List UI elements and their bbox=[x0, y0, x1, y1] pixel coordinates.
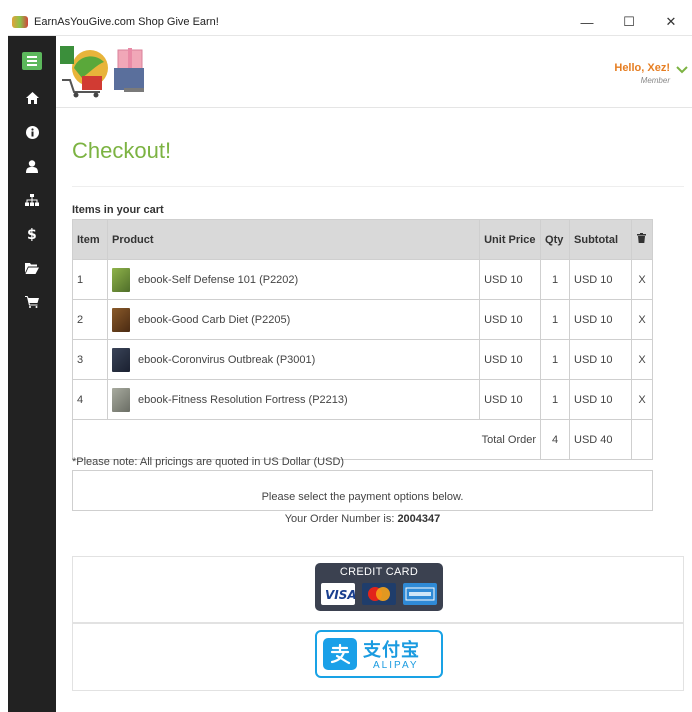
total-label: Total Order bbox=[71, 419, 542, 460]
window-controls: — ☐ ✕ bbox=[566, 8, 692, 36]
credit-card-button[interactable]: CREDIT CARD VISA bbox=[315, 563, 443, 611]
table-row: 3 ebook-Coronvirus Outbreak (P3001) USD … bbox=[72, 339, 654, 380]
col-header-item: Item bbox=[72, 219, 108, 260]
user-greeting: Hello, Xez! bbox=[614, 62, 670, 74]
cell-unit-price: USD 10 bbox=[479, 259, 542, 300]
total-empty-cell bbox=[630, 419, 654, 460]
cell-unit-price: USD 10 bbox=[479, 379, 542, 420]
order-number-label: Your Order Number is: bbox=[284, 513, 395, 525]
site-logo[interactable] bbox=[60, 42, 146, 98]
col-header-delete bbox=[630, 219, 654, 260]
cell-item: 4 bbox=[72, 379, 108, 420]
product-name[interactable]: ebook-Coronvirus Outbreak (P3001) bbox=[138, 354, 315, 366]
cell-item: 3 bbox=[72, 339, 108, 380]
home-icon[interactable] bbox=[22, 88, 42, 108]
window-titlebar: EarnAsYouGive.com Shop Give Earn! — ☐ ✕ bbox=[8, 8, 692, 36]
product-thumbnail[interactable] bbox=[111, 307, 130, 332]
main-content: Checkout! Items in your cart Item Produc… bbox=[56, 108, 692, 712]
cell-item: 1 bbox=[72, 259, 108, 300]
table-row: 4 ebook-Fitness Resolution Fortress (P22… bbox=[72, 379, 654, 420]
remove-item-button[interactable]: X bbox=[630, 259, 654, 300]
page-title: Checkout! bbox=[72, 138, 172, 163]
cell-product: ebook-Coronvirus Outbreak (P3001) bbox=[106, 339, 481, 380]
dollar-icon[interactable]: $ bbox=[22, 224, 42, 244]
alipay-english-label: ALIPAY bbox=[373, 660, 419, 671]
user-icon[interactable] bbox=[22, 156, 42, 176]
hamburger-menu-icon[interactable] bbox=[22, 52, 42, 70]
product-name[interactable]: ebook-Fitness Resolution Fortress (P2213… bbox=[138, 394, 348, 406]
col-header-product: Product bbox=[106, 219, 481, 260]
app-icon bbox=[12, 15, 28, 28]
credit-card-label: CREDIT CARD bbox=[339, 566, 419, 578]
alipay-button[interactable]: 支付宝 ALIPAY bbox=[315, 630, 443, 678]
cell-product: ebook-Good Carb Diet (P2205) bbox=[106, 299, 481, 340]
alipay-chinese-label: 支付宝 bbox=[363, 640, 420, 660]
folder-open-icon[interactable] bbox=[22, 258, 42, 278]
cell-unit-price: USD 10 bbox=[479, 299, 542, 340]
info-icon[interactable] bbox=[22, 122, 42, 142]
svg-text:$: $ bbox=[27, 227, 37, 241]
credit-card-option: CREDIT CARD VISA bbox=[72, 556, 684, 623]
user-role: Member bbox=[640, 76, 670, 85]
total-amount: USD 40 bbox=[569, 419, 632, 460]
product-thumbnail[interactable] bbox=[111, 267, 130, 292]
header: Hello, Xez! Member bbox=[56, 36, 692, 108]
col-header-qty: Qty bbox=[540, 219, 571, 260]
remove-item-button[interactable]: X bbox=[630, 379, 654, 420]
american-express-icon bbox=[403, 583, 437, 605]
product-name[interactable]: ebook-Self Defense 101 (P2202) bbox=[138, 274, 298, 286]
cell-qty: 1 bbox=[540, 339, 571, 380]
cell-product: ebook-Fitness Resolution Fortress (P2213… bbox=[106, 379, 481, 420]
col-header-unit-price: Unit Price bbox=[479, 219, 542, 260]
remove-item-button[interactable]: X bbox=[630, 299, 654, 340]
alipay-logo-icon bbox=[323, 638, 357, 670]
chevron-down-icon[interactable] bbox=[676, 66, 688, 74]
cell-subtotal: USD 10 bbox=[569, 379, 632, 420]
cell-qty: 1 bbox=[540, 299, 571, 340]
svg-text:VISA: VISA bbox=[325, 588, 355, 602]
table-row: 2 ebook-Good Carb Diet (P2205) USD 10 1 … bbox=[72, 299, 654, 340]
product-thumbnail[interactable] bbox=[111, 387, 130, 412]
window-title: EarnAsYouGive.com Shop Give Earn! bbox=[34, 15, 219, 28]
cell-subtotal: USD 10 bbox=[569, 259, 632, 300]
sitemap-icon[interactable] bbox=[22, 190, 42, 210]
cell-item: 2 bbox=[72, 299, 108, 340]
shopping-cart-icon[interactable] bbox=[22, 292, 42, 312]
total-qty: 4 bbox=[540, 419, 571, 460]
maximize-button[interactable]: ☐ bbox=[608, 8, 650, 36]
pricing-note: *Please note: All pricings are quoted in… bbox=[72, 456, 345, 468]
product-thumbnail[interactable] bbox=[111, 347, 130, 372]
cell-qty: 1 bbox=[540, 379, 571, 420]
visa-icon: VISA bbox=[321, 583, 357, 605]
close-button[interactable]: ✕ bbox=[650, 8, 692, 36]
remove-item-button[interactable]: X bbox=[630, 339, 654, 380]
divider bbox=[72, 186, 684, 187]
payment-prompt-box: Please select the payment options below. bbox=[72, 470, 653, 511]
order-number-line: Your Order Number is: 2004347 bbox=[72, 513, 653, 525]
cart-table: Item Product Unit Price Qty Subtotal 1 e… bbox=[71, 219, 654, 460]
cart-caption: Items in your cart bbox=[72, 204, 164, 216]
order-number: 2004347 bbox=[397, 513, 441, 525]
cell-qty: 1 bbox=[540, 259, 571, 300]
cell-subtotal: USD 10 bbox=[569, 339, 632, 380]
trash-icon bbox=[637, 233, 647, 243]
sidebar: $ bbox=[8, 36, 56, 712]
cell-unit-price: USD 10 bbox=[479, 339, 542, 380]
table-row: 1 ebook-Self Defense 101 (P2202) USD 10 … bbox=[72, 259, 654, 300]
cell-subtotal: USD 10 bbox=[569, 299, 632, 340]
minimize-button[interactable]: — bbox=[566, 8, 608, 36]
cell-product: ebook-Self Defense 101 (P2202) bbox=[106, 259, 481, 300]
alipay-option: 支付宝 ALIPAY bbox=[72, 623, 684, 691]
mastercard-icon bbox=[362, 583, 396, 605]
user-menu[interactable]: Hello, Xez! Member bbox=[614, 62, 692, 85]
product-name[interactable]: ebook-Good Carb Diet (P2205) bbox=[138, 314, 290, 326]
payment-prompt: Please select the payment options below. bbox=[261, 491, 464, 503]
col-header-subtotal: Subtotal bbox=[569, 219, 632, 260]
total-row: Total Order 4 USD 40 bbox=[71, 419, 654, 460]
